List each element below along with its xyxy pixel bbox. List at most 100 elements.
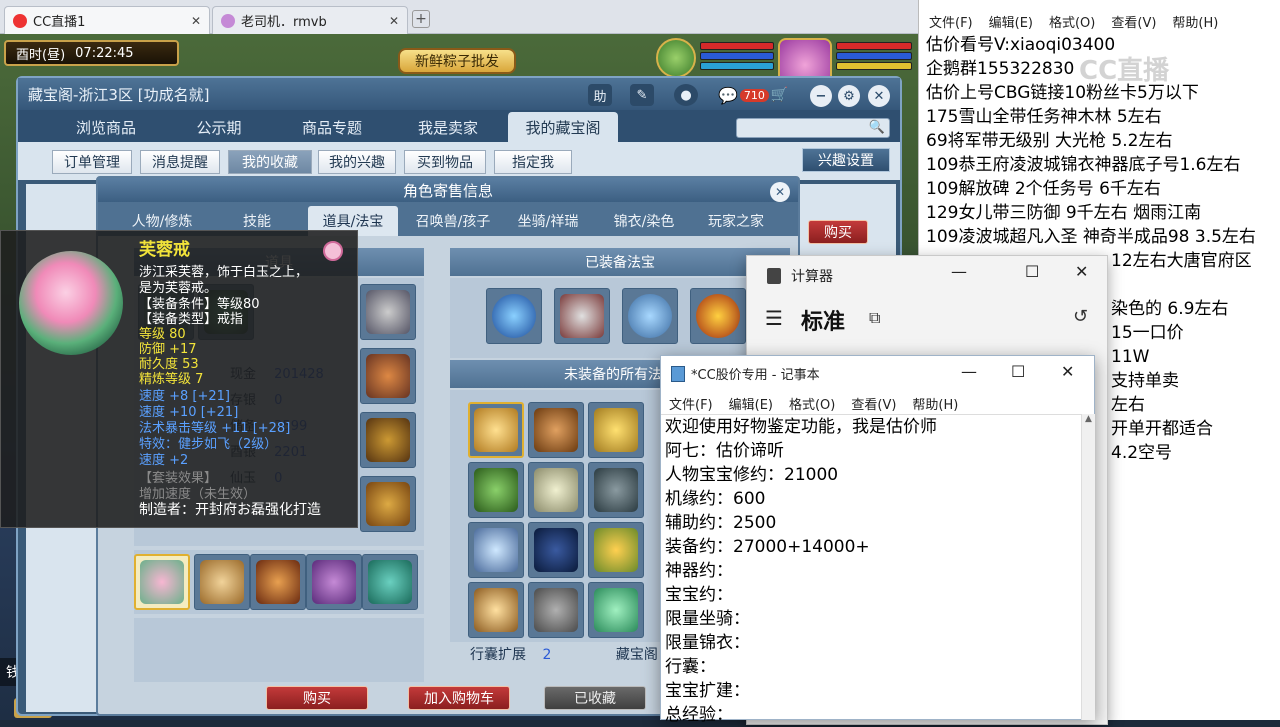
note-line: 左右 — [1111, 395, 1145, 415]
menu-view[interactable]: 查看(V) — [851, 394, 896, 413]
close-button[interactable]: ✕ — [1061, 362, 1074, 381]
fabao-slot[interactable] — [588, 522, 644, 578]
fabao-slot[interactable] — [588, 402, 644, 458]
price-line: 辅助约：2500 — [665, 513, 777, 533]
prop-slot[interactable] — [360, 412, 416, 468]
menu-help[interactable]: 帮助(H) — [912, 394, 958, 413]
fabao-slot[interactable] — [588, 582, 644, 638]
menu-help[interactable]: 帮助(H) — [1172, 12, 1218, 31]
minimize-button[interactable]: − — [810, 85, 832, 107]
gem-icon — [628, 294, 672, 338]
price-line: 限量锦衣： — [665, 633, 750, 653]
fabao-slot[interactable] — [528, 522, 584, 578]
minimize-button[interactable]: — — [951, 262, 967, 281]
maximize-button[interactable]: ☐ — [1025, 262, 1039, 281]
close-button[interactable]: ✕ — [770, 182, 790, 202]
new-tab-button[interactable]: + — [412, 10, 430, 28]
price-line: 人物宝宝修约：21000 — [665, 465, 839, 485]
promo-banner[interactable]: 新鲜粽子批发 — [398, 48, 516, 74]
fabao-slot[interactable] — [528, 582, 584, 638]
menu-view[interactable]: 查看(V) — [1111, 12, 1156, 31]
prop-slot[interactable] — [360, 284, 416, 340]
fabao-slot[interactable] — [588, 462, 644, 518]
menu-format[interactable]: 格式(O) — [1049, 12, 1095, 31]
search-input[interactable]: 🔍 — [736, 118, 890, 138]
equip-slot-boots[interactable] — [362, 554, 418, 610]
add-to-cart-button[interactable]: 加入购物车 — [408, 686, 510, 710]
browser-tab-cc[interactable]: CC直播1 ✕ — [4, 6, 210, 34]
item-icon — [366, 482, 410, 526]
nav-topics[interactable]: 商品专题 — [274, 112, 390, 142]
menu-edit[interactable]: 编辑(E) — [729, 394, 773, 413]
favorited-button[interactable]: 已收藏 — [544, 686, 646, 710]
fabao-slot[interactable] — [468, 522, 524, 578]
subtab-bought[interactable]: 买到物品 — [404, 150, 486, 174]
scroll-up-icon[interactable]: ▲ — [1082, 414, 1095, 424]
tab-outfits[interactable]: 锦衣/染色 — [598, 206, 690, 236]
nav-seller[interactable]: 我是卖家 — [390, 112, 506, 142]
note-line: 11W — [1111, 347, 1150, 367]
record-icon[interactable]: ● — [674, 84, 698, 106]
tab-pets[interactable]: 召唤兽/孩子 — [404, 206, 502, 236]
keep-on-top-icon[interactable]: ⧉ — [869, 308, 880, 328]
fabao-slot[interactable] — [468, 402, 524, 458]
item-desc-line: 是为芙蓉戒。 — [139, 281, 218, 296]
pet-avatar[interactable] — [656, 38, 696, 78]
search-icon[interactable]: 🔍 — [869, 120, 885, 135]
minimize-button[interactable]: — — [961, 362, 977, 381]
fabao-slot[interactable] — [468, 462, 524, 518]
subtab-orders[interactable]: 订单管理 — [52, 150, 132, 174]
fabao-slot[interactable] — [690, 288, 746, 344]
price-line: 限量坐骑： — [665, 609, 750, 629]
fabao-slot[interactable] — [486, 288, 542, 344]
equip-slot-whip[interactable] — [306, 554, 362, 610]
equip-slot-ring[interactable] — [134, 554, 190, 610]
nav-browse[interactable]: 浏览商品 — [48, 112, 164, 142]
equip-slot-fan[interactable] — [194, 554, 250, 610]
fabao-slot[interactable] — [468, 582, 524, 638]
menu-edit[interactable]: 编辑(E) — [989, 12, 1033, 31]
close-button[interactable]: ✕ — [1075, 262, 1088, 281]
tab-home[interactable]: 玩家之家 — [694, 206, 778, 236]
pin-icon[interactable]: ✎ — [630, 84, 654, 106]
cart-icon[interactable]: 🛒 — [771, 87, 788, 103]
vertical-scrollbar[interactable]: ▲ — [1081, 414, 1095, 720]
subtab-interests[interactable]: 我的兴趣 — [318, 150, 396, 174]
tab-mounts[interactable]: 坐骑/祥瑞 — [502, 206, 594, 236]
subtab-assigned[interactable]: 指定我 — [494, 150, 572, 174]
maximize-button[interactable]: ☐ — [1011, 362, 1025, 381]
role-window-title: 角色寄售信息 — [98, 178, 798, 202]
fabao-slot[interactable] — [528, 402, 584, 458]
inventory-row — [134, 618, 424, 682]
nav-my-cbg[interactable]: 我的藏宝阁 — [508, 112, 618, 142]
close-button[interactable]: ✕ — [868, 85, 890, 107]
help-button[interactable]: 助 — [588, 84, 612, 106]
equip-slot-weapon[interactable] — [250, 554, 306, 610]
prop-slot[interactable] — [360, 348, 416, 404]
chat-icon[interactable]: 💬 — [718, 86, 738, 105]
stat-line: 【装备条件】等级80 — [139, 297, 260, 312]
message-cart-group[interactable]: 💬 710 🛒 — [718, 84, 788, 106]
interest-settings-button[interactable]: 兴趣设置 — [802, 148, 890, 172]
history-icon[interactable]: ↺ — [1073, 306, 1088, 327]
subtab-messages[interactable]: 消息提醒 — [140, 150, 220, 174]
prop-slot[interactable] — [360, 476, 416, 532]
fabao-slot[interactable] — [554, 288, 610, 344]
doll-icon — [534, 468, 578, 512]
close-icon[interactable]: ✕ — [389, 14, 399, 28]
browser-tab-video[interactable]: 老司机．rmvb ✕ — [212, 6, 408, 34]
subtab-favorites[interactable]: 我的收藏 — [228, 150, 312, 174]
fabao-slot[interactable] — [528, 462, 584, 518]
menu-format[interactable]: 格式(O) — [789, 394, 835, 413]
menu-file[interactable]: 文件(F) — [669, 394, 713, 413]
buy-button[interactable]: 购买 — [266, 686, 368, 710]
hamburger-menu-icon[interactable]: ☰ — [765, 306, 783, 330]
fabao-slot[interactable] — [622, 288, 678, 344]
menu-file[interactable]: 文件(F) — [929, 12, 973, 31]
settings-gear-icon[interactable]: ⚙ — [838, 85, 860, 107]
close-icon[interactable]: ✕ — [191, 14, 201, 28]
np2-text-area[interactable]: 欢迎使用好物鉴定功能，我是估价师 阿七：估价谛听 人物宝宝修约：21000 机缘… — [661, 414, 1081, 725]
game-clock: 07:22:45 — [75, 45, 134, 61]
nav-public[interactable]: 公示期 — [164, 112, 274, 142]
buy-side-button[interactable]: 购买 — [808, 220, 868, 244]
